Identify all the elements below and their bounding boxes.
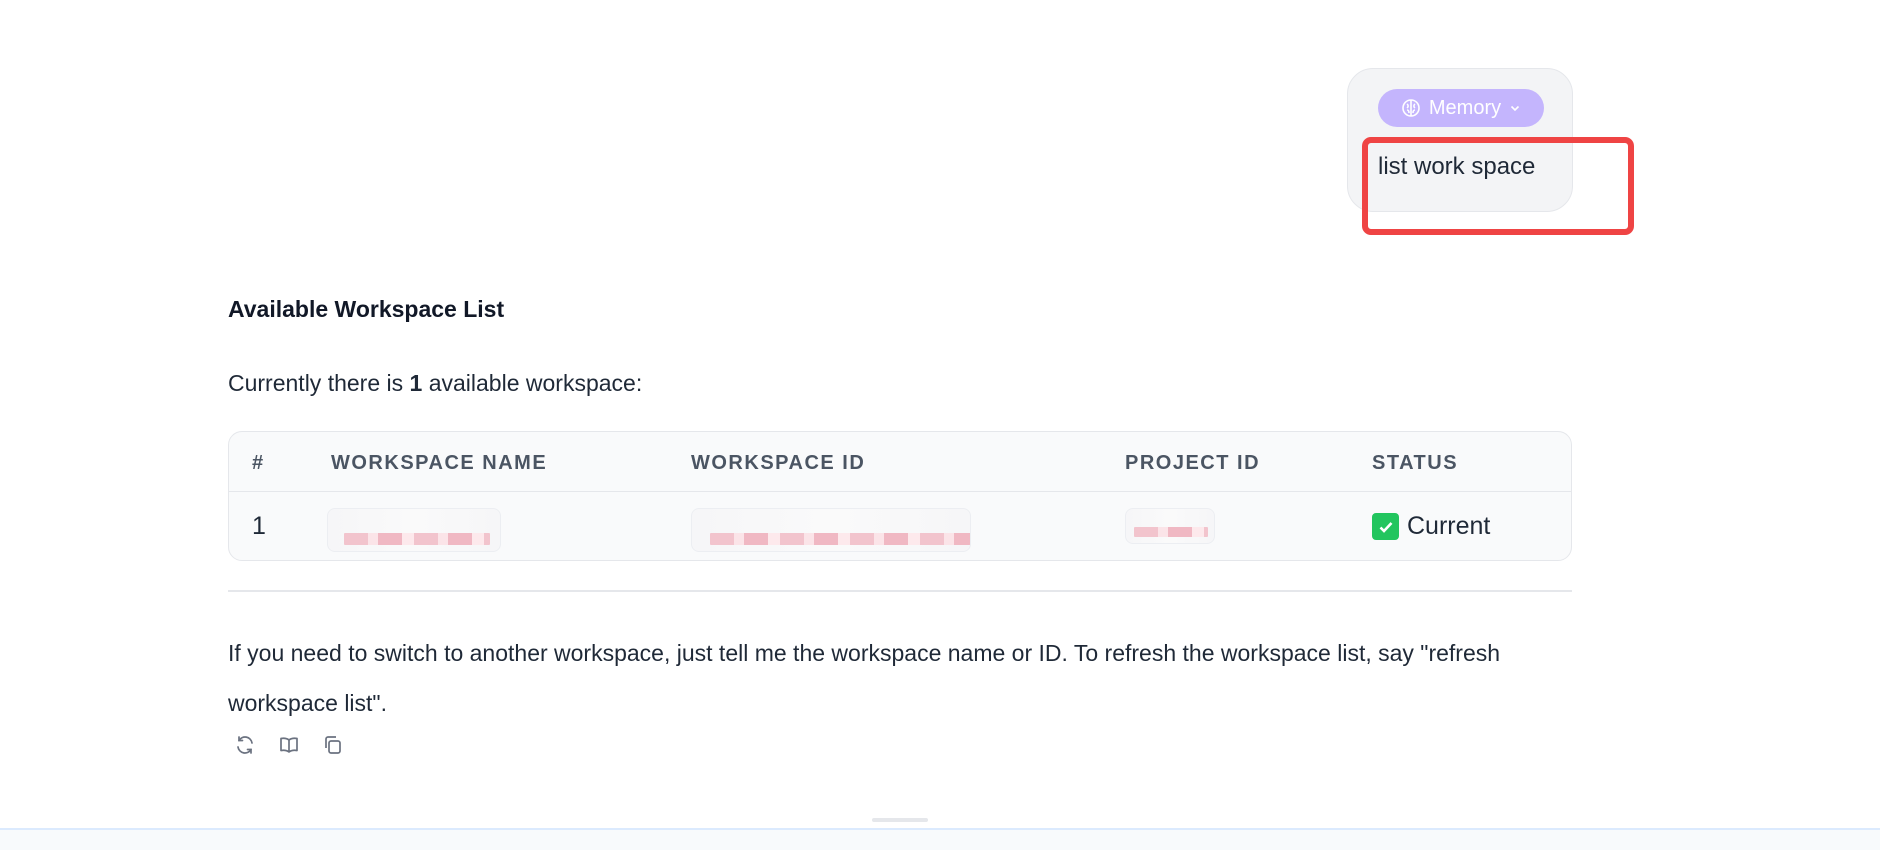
user-message-bubble: Memory list work space [1347, 68, 1573, 212]
chevron-down-icon [1509, 102, 1521, 114]
header-index: # [252, 452, 265, 474]
redacted-project-id [1125, 508, 1215, 544]
intro-count: 1 [409, 370, 423, 396]
brain-icon [1401, 98, 1421, 118]
divider [228, 590, 1572, 592]
cell-index: 1 [252, 512, 266, 540]
intro-suffix: available workspace: [422, 370, 643, 396]
regenerate-button[interactable] [232, 734, 258, 760]
read-aloud-button[interactable] [276, 734, 302, 760]
header-workspace-name: WORKSPACE NAME [331, 452, 548, 474]
response-closing: If you need to switch to another workspa… [228, 640, 1501, 716]
header-workspace-id: WORKSPACE ID [691, 452, 866, 474]
copy-button[interactable] [320, 734, 346, 760]
header-status: STATUS [1372, 452, 1459, 474]
check-icon [1372, 513, 1399, 540]
user-message-text: list work space [1378, 153, 1536, 180]
message-actions [232, 734, 346, 760]
header-project-id: PROJECT ID [1125, 452, 1261, 474]
status-label: Current [1407, 512, 1491, 540]
response-heading: Available Workspace List [228, 296, 505, 322]
redacted-workspace-id [691, 508, 971, 552]
input-area-edge [0, 828, 1880, 850]
table-row: 1 Current [229, 492, 1571, 560]
response-intro: Currently there is 1 available workspace… [228, 370, 642, 397]
intro-prefix: Currently there is [228, 370, 410, 396]
redacted-workspace-name [327, 508, 501, 552]
refresh-icon [234, 734, 256, 761]
scroll-handle[interactable] [872, 818, 928, 822]
copy-icon [322, 734, 344, 761]
workspace-table: # WORKSPACE NAME WORKSPACE ID PROJECT ID… [228, 431, 1572, 561]
memory-dropdown[interactable]: Memory [1378, 89, 1544, 127]
book-icon [278, 734, 300, 761]
cell-status: Current [1372, 512, 1490, 541]
memory-label: Memory [1428, 96, 1502, 119]
table-header: # WORKSPACE NAME WORKSPACE ID PROJECT ID… [229, 432, 1571, 492]
